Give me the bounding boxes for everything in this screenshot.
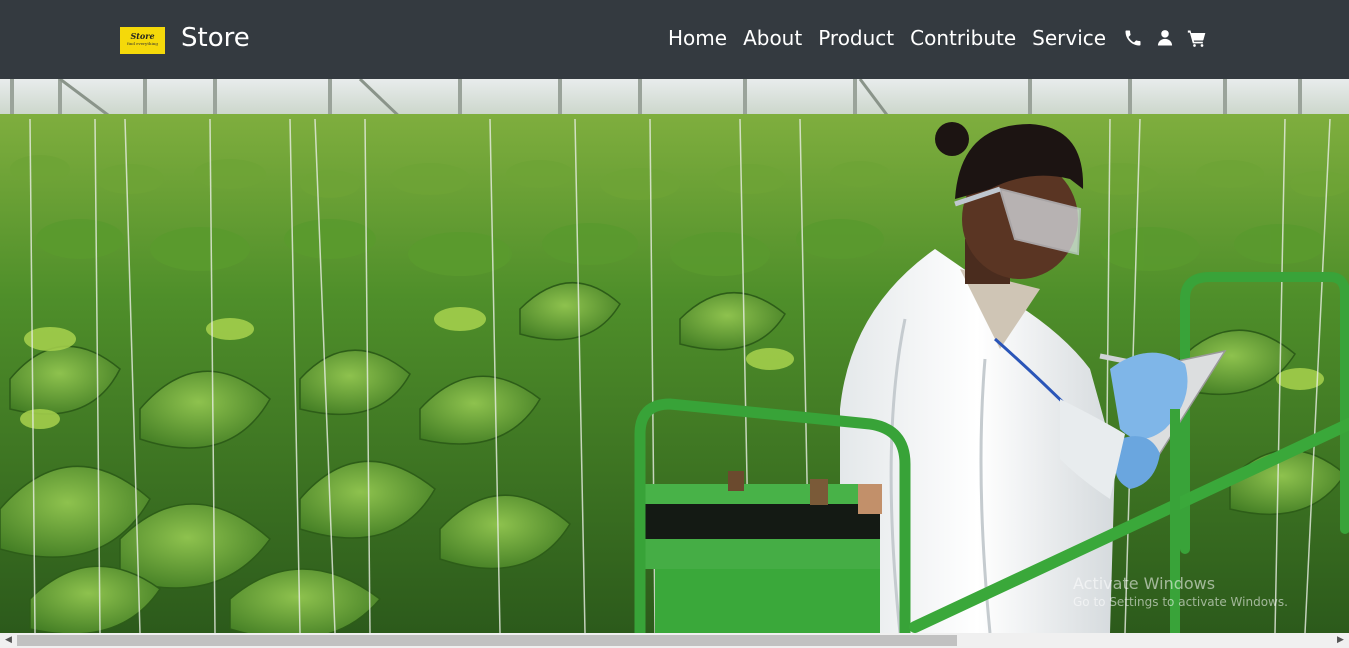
- user-icon[interactable]: [1154, 27, 1176, 49]
- store-logo[interactable]: Store find everything: [120, 27, 165, 54]
- navbar: Store find everything Store Home About P…: [0, 0, 1349, 79]
- watermark-subtitle: Go to Settings to activate Windows.: [1073, 595, 1288, 609]
- watermark-title: Activate Windows: [1073, 574, 1216, 593]
- activate-windows-watermark: Activate Windows Go to Settings to activ…: [1073, 574, 1288, 610]
- nav-product[interactable]: Product: [818, 22, 894, 54]
- logo-sub-text: find everything: [127, 41, 158, 46]
- scroll-left-arrow-icon[interactable]: ◀: [0, 633, 17, 648]
- hero-image: Activate Windows Go to Settings to activ…: [0, 79, 1349, 633]
- nav-links: Home About Product Contribute Service: [668, 22, 1218, 54]
- scrollbar-thumb[interactable]: [17, 635, 957, 646]
- scroll-right-arrow-icon[interactable]: ▶: [1332, 633, 1349, 648]
- greenhouse-scene: [0, 79, 1349, 633]
- nav-service[interactable]: Service: [1032, 22, 1106, 54]
- nav-about[interactable]: About: [743, 22, 802, 54]
- nav-contribute[interactable]: Contribute: [910, 22, 1016, 54]
- brand-name[interactable]: Store: [181, 20, 250, 56]
- nav-home[interactable]: Home: [668, 22, 727, 54]
- horizontal-scrollbar[interactable]: ◀ ▶: [0, 633, 1349, 648]
- phone-icon[interactable]: [1122, 27, 1144, 49]
- cart-icon[interactable]: [1186, 27, 1208, 49]
- logo-main-text: Store: [130, 31, 155, 41]
